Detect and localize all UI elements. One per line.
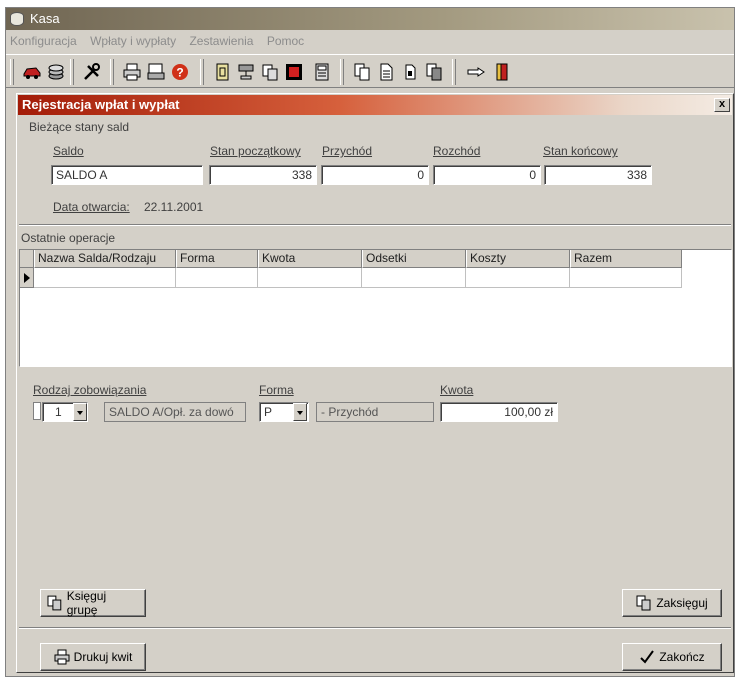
end-balance-header: Stan końcowy bbox=[543, 144, 618, 158]
divider bbox=[19, 627, 731, 629]
start-balance-field[interactable]: 338 bbox=[209, 165, 317, 185]
menu-wplaty-wyplaty[interactable]: Wpłaty i wypłaty bbox=[90, 34, 176, 48]
copy-pages-icon bbox=[636, 595, 651, 611]
toolbar-separator bbox=[200, 59, 204, 85]
print-receipt-label: Drukuj kwit bbox=[73, 650, 133, 664]
tools-icon[interactable] bbox=[82, 62, 102, 82]
book-button[interactable]: Zaksięguj bbox=[622, 589, 722, 617]
amount-label: Kwota bbox=[440, 383, 474, 397]
book-group-button[interactable]: Księguj grupę bbox=[40, 589, 146, 617]
chevron-down-icon[interactable] bbox=[293, 403, 307, 421]
dialog-title: Rejestracja wpłat i wypłat bbox=[22, 97, 180, 112]
amount-input[interactable]: 100,00 zł bbox=[440, 402, 558, 422]
open-date-value: 22.11.2001 bbox=[144, 200, 204, 214]
obligation-spin[interactable] bbox=[33, 402, 41, 420]
app-title: Kasa bbox=[30, 11, 60, 26]
col-header-amount[interactable]: Kwota bbox=[258, 250, 362, 268]
help-icon[interactable]: ? bbox=[170, 62, 190, 82]
income-header: Przychód bbox=[322, 144, 373, 158]
red-box-icon[interactable] bbox=[284, 62, 304, 82]
page-icon[interactable] bbox=[376, 62, 396, 82]
app-titlebar[interactable]: Kasa bbox=[6, 8, 734, 30]
col-header-name[interactable]: Nazwa Salda/Rodzaju bbox=[34, 250, 176, 268]
end-balance-field[interactable]: 338 bbox=[544, 165, 652, 185]
copy-pages-icon bbox=[47, 595, 62, 611]
book-label: Zaksięguj bbox=[656, 596, 708, 610]
toolbar-separator bbox=[110, 59, 114, 85]
printer-icon bbox=[54, 649, 70, 665]
form-label: Forma bbox=[259, 383, 294, 397]
operations-grid[interactable]: Nazwa Salda/Rodzaju Forma Kwota Odsetki … bbox=[19, 249, 732, 367]
book-group-label: Księguj grupę bbox=[66, 589, 107, 617]
table-cell[interactable] bbox=[466, 268, 570, 288]
close-icon[interactable]: x bbox=[714, 98, 730, 112]
pointer-hand-icon[interactable] bbox=[466, 62, 486, 82]
col-header-costs[interactable]: Koszty bbox=[466, 250, 570, 268]
table-cell[interactable] bbox=[176, 268, 258, 288]
saldo-header: Saldo bbox=[53, 144, 84, 158]
svg-text:?: ? bbox=[176, 66, 183, 80]
obligation-description: SALDO A/Opł. za dowó bbox=[104, 402, 246, 422]
exit-door-icon[interactable] bbox=[492, 62, 512, 82]
ops-section-label: Ostatnie operacje bbox=[21, 231, 116, 245]
cylinder-icon bbox=[10, 12, 24, 26]
toolbar-separator bbox=[70, 59, 74, 85]
col-header-form[interactable]: Forma bbox=[176, 250, 258, 268]
expense-header: Rozchód bbox=[433, 144, 481, 158]
toolbar-grip[interactable] bbox=[10, 59, 14, 85]
stamp-icon[interactable] bbox=[236, 62, 256, 82]
printer-icon[interactable] bbox=[122, 62, 142, 82]
print-preview-icon[interactable] bbox=[146, 62, 166, 82]
page-small-icon[interactable] bbox=[400, 62, 420, 82]
copy-icon[interactable] bbox=[260, 62, 280, 82]
col-header-total[interactable]: Razem bbox=[570, 250, 682, 268]
menu-zestawienia[interactable]: Zestawienia bbox=[189, 34, 253, 48]
print-receipt-button[interactable]: Drukuj kwit bbox=[40, 643, 146, 671]
toolbar-separator bbox=[452, 59, 456, 85]
menu-konfiguracja[interactable]: Konfiguracja bbox=[10, 34, 77, 48]
open-date-label: Data otwarcia: bbox=[53, 200, 130, 214]
divider bbox=[19, 224, 731, 226]
checkmark-icon bbox=[640, 650, 655, 664]
pages-stack-icon[interactable] bbox=[424, 62, 444, 82]
form-description: - Przychód bbox=[316, 402, 434, 422]
app-window: Kasa Konfiguracja Wpłaty i wypłaty Zesta… bbox=[5, 7, 735, 677]
finish-button[interactable]: Zakończ bbox=[622, 643, 722, 671]
pages-icon[interactable] bbox=[352, 62, 372, 82]
car-icon[interactable] bbox=[22, 62, 42, 82]
coins-icon[interactable] bbox=[46, 62, 66, 82]
table-cell[interactable] bbox=[34, 268, 176, 288]
expense-field[interactable]: 0 bbox=[433, 165, 541, 185]
toolbar-separator bbox=[340, 59, 344, 85]
toolbar: ? bbox=[6, 54, 734, 88]
menu-pomoc[interactable]: Pomoc bbox=[267, 34, 304, 48]
saldo-field[interactable]: SALDO A bbox=[51, 165, 203, 185]
grid-header: Nazwa Salda/Rodzaju Forma Kwota Odsetki … bbox=[20, 250, 682, 268]
chevron-down-icon[interactable] bbox=[73, 403, 87, 421]
row-pointer-icon bbox=[20, 268, 34, 288]
table-cell[interactable] bbox=[362, 268, 466, 288]
income-field[interactable]: 0 bbox=[321, 165, 429, 185]
table-cell[interactable] bbox=[570, 268, 682, 288]
obligation-type-label: Rodzaj zobowiązania bbox=[33, 383, 147, 397]
menubar: Konfiguracja Wpłaty i wypłaty Zestawieni… bbox=[6, 31, 734, 51]
document-icon[interactable] bbox=[212, 62, 232, 82]
table-cell[interactable] bbox=[258, 268, 362, 288]
dialog-titlebar[interactable]: Rejestracja wpłat i wypłat x bbox=[18, 95, 732, 115]
calculator-icon[interactable] bbox=[312, 62, 332, 82]
col-header-interest[interactable]: Odsetki bbox=[362, 250, 466, 268]
start-balance-header: Stan początkowy bbox=[210, 144, 301, 158]
finish-label: Zakończ bbox=[659, 650, 705, 664]
grid-corner bbox=[20, 250, 34, 268]
table-row[interactable] bbox=[20, 268, 682, 288]
registration-dialog: Rejestracja wpłat i wypłat x Bieżące sta… bbox=[16, 93, 734, 673]
balances-section-label: Bieżące stany sald bbox=[29, 120, 130, 134]
